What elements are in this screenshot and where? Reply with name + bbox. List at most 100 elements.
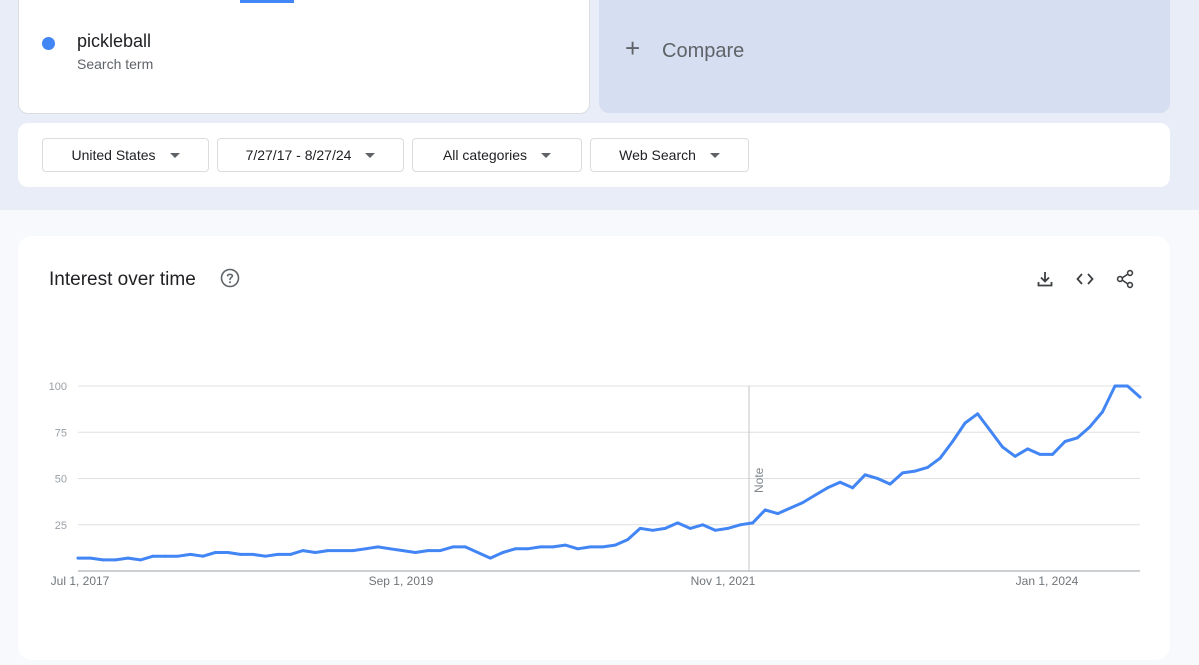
data-point[interactable] (638, 527, 642, 530)
data-point[interactable] (713, 528, 717, 532)
search-term-name[interactable]: pickleball (77, 31, 151, 52)
data-point[interactable] (901, 471, 904, 475)
property-dropdown[interactable]: Web Search (590, 138, 749, 172)
data-point[interactable] (651, 528, 655, 532)
data-point[interactable] (463, 545, 467, 549)
data-point[interactable] (551, 545, 555, 549)
data-point[interactable] (613, 543, 617, 547)
data-point[interactable] (801, 501, 805, 504)
data-point[interactable] (751, 521, 755, 525)
data-point[interactable] (289, 553, 292, 556)
data-point[interactable] (951, 440, 954, 443)
data-point[interactable] (176, 554, 180, 558)
data-point[interactable] (264, 554, 267, 558)
data-point[interactable] (438, 549, 442, 552)
data-point[interactable] (1101, 410, 1104, 414)
data-point[interactable] (663, 527, 667, 530)
data-point[interactable] (688, 527, 692, 530)
data-point[interactable] (239, 553, 242, 556)
data-point[interactable] (276, 553, 280, 556)
data-point[interactable] (1113, 384, 1117, 388)
data-point[interactable] (963, 421, 967, 425)
series-line-pickleball[interactable] (76, 384, 1142, 562)
data-point[interactable] (701, 523, 705, 527)
search-term-card[interactable]: pickleball Search term (18, 0, 590, 114)
data-point[interactable] (913, 469, 917, 473)
data-point[interactable] (738, 523, 742, 527)
data-point[interactable] (89, 556, 92, 560)
data-point[interactable] (101, 558, 105, 562)
data-point[interactable] (114, 558, 117, 562)
data-point[interactable] (1063, 440, 1067, 443)
data-point[interactable] (1051, 453, 1054, 456)
filter-bar: United States 7/27/17 - 8/27/24 All cate… (18, 123, 1170, 187)
region-label: United States (71, 147, 156, 163)
y-tick-label: 75 (55, 427, 67, 439)
data-point[interactable] (526, 547, 530, 551)
data-point[interactable] (226, 551, 230, 554)
data-point[interactable] (164, 554, 167, 558)
data-point[interactable] (488, 556, 492, 560)
data-point[interactable] (301, 549, 305, 552)
data-point[interactable] (1076, 436, 1079, 440)
data-point[interactable] (314, 551, 317, 554)
data-point[interactable] (389, 547, 392, 551)
data-point[interactable] (451, 545, 455, 549)
data-point[interactable] (364, 547, 367, 551)
data-point[interactable] (926, 466, 929, 469)
data-point[interactable] (1013, 454, 1017, 458)
data-point[interactable] (214, 551, 217, 554)
data-point[interactable] (888, 482, 892, 486)
data-point[interactable] (76, 556, 80, 560)
data-point[interactable] (189, 553, 192, 556)
data-point[interactable] (988, 429, 992, 432)
data-point[interactable] (838, 480, 842, 484)
compare-button[interactable]: + Compare (599, 0, 1170, 113)
data-point[interactable] (201, 554, 205, 558)
data-point[interactable] (476, 551, 480, 554)
data-point[interactable] (426, 549, 430, 552)
data-point[interactable] (776, 512, 780, 515)
data-point[interactable] (576, 547, 580, 551)
category-dropdown[interactable]: All categories (412, 138, 582, 172)
data-point[interactable] (339, 549, 342, 552)
data-point[interactable] (626, 538, 630, 541)
region-dropdown[interactable]: United States (42, 138, 209, 172)
data-point[interactable] (851, 486, 854, 490)
data-point[interactable] (151, 554, 155, 558)
data-point[interactable] (863, 473, 867, 477)
data-point[interactable] (813, 493, 817, 497)
data-point[interactable] (513, 547, 517, 551)
data-point[interactable] (1088, 425, 1092, 429)
data-point[interactable] (876, 477, 879, 480)
data-point[interactable] (376, 545, 380, 549)
data-point[interactable] (538, 545, 542, 549)
date-range-label: 7/27/17 - 8/27/24 (245, 147, 352, 163)
data-point[interactable] (563, 543, 567, 547)
data-point[interactable] (938, 456, 942, 460)
data-point[interactable] (139, 558, 142, 562)
data-point[interactable] (788, 506, 792, 510)
data-point[interactable] (601, 545, 605, 549)
data-point[interactable] (976, 412, 979, 416)
data-point[interactable] (413, 551, 417, 554)
data-point[interactable] (1001, 445, 1004, 449)
data-point[interactable] (763, 508, 767, 512)
date-range-dropdown[interactable]: 7/27/17 - 8/27/24 (217, 138, 404, 172)
data-point[interactable] (501, 551, 505, 554)
data-point[interactable] (326, 549, 330, 552)
data-point[interactable] (351, 549, 355, 552)
data-point[interactable] (676, 521, 680, 525)
data-point[interactable] (1038, 453, 1042, 456)
data-point[interactable] (1126, 384, 1129, 388)
data-point[interactable] (1138, 395, 1142, 399)
data-point[interactable] (588, 545, 592, 549)
data-point[interactable] (251, 553, 255, 556)
data-point[interactable] (1026, 447, 1029, 451)
data-point[interactable] (726, 527, 730, 530)
data-point[interactable] (826, 486, 829, 490)
note-annotation[interactable]: Note (752, 467, 766, 493)
data-point[interactable] (401, 549, 405, 552)
data-point[interactable] (126, 556, 130, 560)
y-tick-label: 50 (55, 474, 67, 486)
